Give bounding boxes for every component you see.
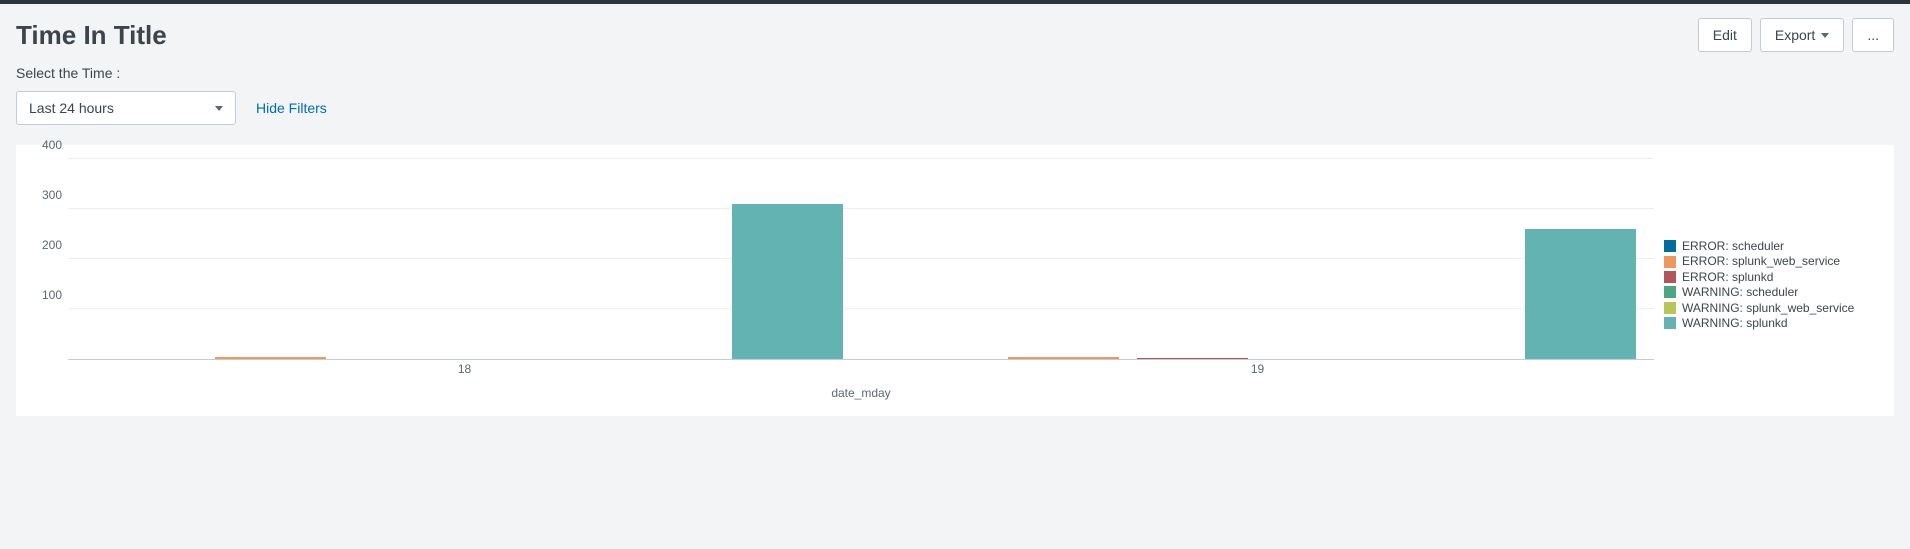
time-range-picker[interactable]: Last 24 hours (16, 91, 236, 125)
chart-wrap: 100200300400 1819 date_mday ERROR: sched… (26, 159, 1884, 400)
dashboard-page: Time In Title Edit Export ... Select the… (0, 4, 1910, 456)
caret-down-icon (215, 106, 223, 111)
legend-label: WARNING: splunk_web_service (1682, 301, 1854, 315)
legend-label: ERROR: splunk_web_service (1682, 254, 1840, 268)
chart-x-tick-label: 19 (1251, 362, 1264, 376)
chart-x-axis-label: date_mday (68, 386, 1654, 400)
legend-swatch-icon (1664, 240, 1676, 252)
chart-legend-item[interactable]: WARNING: splunk_web_service (1664, 301, 1884, 315)
header-actions: Edit Export ... (1698, 18, 1894, 52)
page-title: Time In Title (16, 20, 167, 51)
edit-button[interactable]: Edit (1698, 18, 1752, 52)
chart-category-group (861, 159, 1654, 359)
caret-down-icon (1821, 33, 1829, 38)
chart-panel: 100200300400 1819 date_mday ERROR: sched… (16, 145, 1894, 416)
chart-bar[interactable] (732, 204, 843, 359)
chart-legend-item[interactable]: ERROR: scheduler (1664, 239, 1884, 253)
legend-swatch-icon (1664, 271, 1676, 283)
chart-legend-item[interactable]: ERROR: splunk_web_service (1664, 254, 1884, 268)
chart-x-axis: 1819 (68, 360, 1654, 378)
chart-bar[interactable] (1008, 357, 1119, 360)
hide-filters-link[interactable]: Hide Filters (256, 100, 327, 116)
legend-swatch-icon (1664, 256, 1676, 268)
legend-swatch-icon (1664, 317, 1676, 329)
more-actions-button[interactable]: ... (1852, 18, 1894, 52)
chart-y-tick-label: 300 (26, 188, 62, 202)
title-block: Time In Title (16, 18, 167, 55)
chart-plot-area: 100200300400 (68, 159, 1654, 360)
time-range-value: Last 24 hours (29, 100, 114, 116)
chart-main: 100200300400 1819 date_mday (26, 159, 1654, 400)
chart-x-tick-label: 18 (458, 362, 471, 376)
chart-y-tick-label: 400 (26, 138, 62, 152)
chart-bar[interactable] (1137, 358, 1248, 360)
legend-label: ERROR: scheduler (1682, 239, 1784, 253)
chart-legend-item[interactable]: WARNING: splunkd (1664, 316, 1884, 330)
chart-category-group (68, 159, 861, 359)
chart-legend-item[interactable]: WARNING: scheduler (1664, 285, 1884, 299)
export-button[interactable]: Export (1760, 18, 1844, 52)
legend-label: WARNING: splunkd (1682, 316, 1788, 330)
time-filter-label: Select the Time : (16, 65, 1894, 81)
chart-y-tick-label: 200 (26, 238, 62, 252)
edit-button-label: Edit (1713, 27, 1737, 43)
chart-legend: ERROR: schedulerERROR: splunk_web_servic… (1654, 159, 1884, 331)
more-actions-label: ... (1867, 27, 1879, 43)
filters-row: Last 24 hours Hide Filters (16, 91, 1894, 125)
legend-swatch-icon (1664, 302, 1676, 314)
chart-bar[interactable] (215, 357, 326, 360)
chart-bar[interactable] (1525, 229, 1636, 359)
chart-legend-item[interactable]: ERROR: splunkd (1664, 270, 1884, 284)
export-button-label: Export (1775, 27, 1815, 43)
legend-swatch-icon (1664, 286, 1676, 298)
header-row: Time In Title Edit Export ... (16, 18, 1894, 55)
chart-y-tick-label: 100 (26, 288, 62, 302)
legend-label: WARNING: scheduler (1682, 285, 1798, 299)
legend-label: ERROR: splunkd (1682, 270, 1773, 284)
